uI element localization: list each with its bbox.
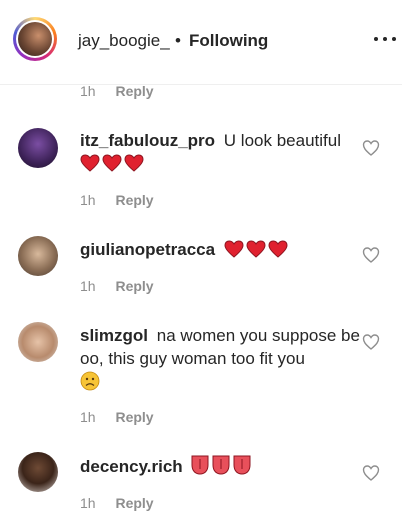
comment-username[interactable]: decency.rich xyxy=(80,457,183,476)
more-options-icon[interactable] xyxy=(374,34,396,44)
header-separator: • xyxy=(175,31,181,50)
post-header: jay_boogie_ • Following xyxy=(0,0,402,85)
comment-body: itz_fabulouz_pro U look beautiful xyxy=(80,129,360,175)
like-heart-icon[interactable] xyxy=(362,246,380,264)
comment-body: giulianopetracca xyxy=(80,238,360,261)
comment-username[interactable]: giulianopetracca xyxy=(80,240,215,259)
profile-avatar[interactable] xyxy=(13,17,57,61)
reply-button[interactable]: Reply xyxy=(115,278,153,294)
comment-text: U look beautiful xyxy=(223,131,341,150)
comment-time: 1h xyxy=(80,83,96,99)
comment-avatar[interactable] xyxy=(18,128,58,168)
comment-meta: 1h Reply xyxy=(80,83,154,99)
profile-photo xyxy=(18,22,52,56)
reply-button[interactable]: Reply xyxy=(115,83,153,99)
sad-face-emoji xyxy=(80,371,100,391)
like-heart-icon[interactable] xyxy=(362,139,380,157)
red-heart-emoji xyxy=(224,240,290,259)
comment-username[interactable]: itz_fabulouz_pro xyxy=(80,131,215,150)
reply-button[interactable]: Reply xyxy=(115,409,153,425)
like-heart-icon[interactable] xyxy=(362,464,380,482)
red-heart-emoji xyxy=(80,154,146,173)
comment-time: 1h xyxy=(80,409,96,425)
header-username[interactable]: jay_boogie_ xyxy=(78,31,170,51)
comment-meta: 1h Reply xyxy=(80,278,154,294)
comment-time: 1h xyxy=(80,192,96,208)
reply-button[interactable]: Reply xyxy=(115,495,153,511)
comment-meta: 1h Reply xyxy=(80,192,154,208)
comment-avatar[interactable] xyxy=(18,452,58,492)
comment-body: decency.rich xyxy=(80,455,360,478)
comment-avatar[interactable] xyxy=(18,236,58,276)
comment-meta: 1h Reply xyxy=(80,409,154,425)
like-heart-icon[interactable] xyxy=(362,333,380,351)
comment-body: slimzgol na women you suppose be oo, thi… xyxy=(80,324,360,393)
following-button[interactable]: Following xyxy=(189,31,268,51)
comment-time: 1h xyxy=(80,278,96,294)
reply-button[interactable]: Reply xyxy=(115,192,153,208)
comment-meta: 1h Reply xyxy=(80,495,154,511)
comment-time: 1h xyxy=(80,495,96,511)
comment-avatar[interactable] xyxy=(18,322,58,362)
comment-username[interactable]: slimzgol xyxy=(80,326,148,345)
tongue-emoji xyxy=(191,455,254,476)
